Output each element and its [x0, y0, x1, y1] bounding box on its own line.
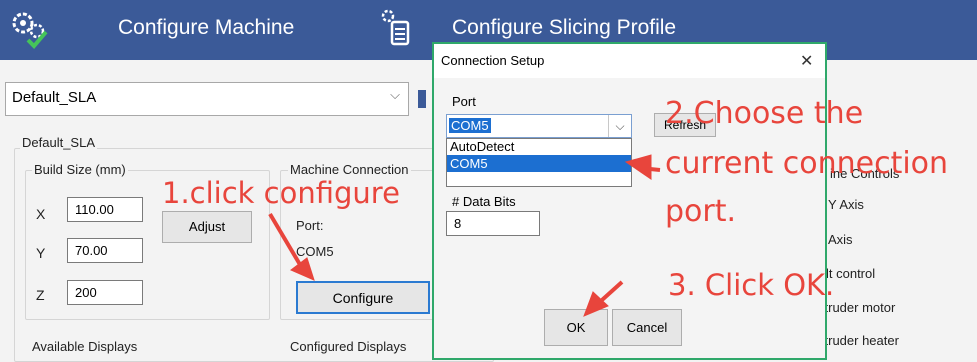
arrow-to-ok	[583, 280, 624, 317]
arrow-to-com5	[624, 154, 661, 180]
arrow-to-configure	[268, 212, 315, 281]
annotation-arrows	[268, 154, 661, 317]
